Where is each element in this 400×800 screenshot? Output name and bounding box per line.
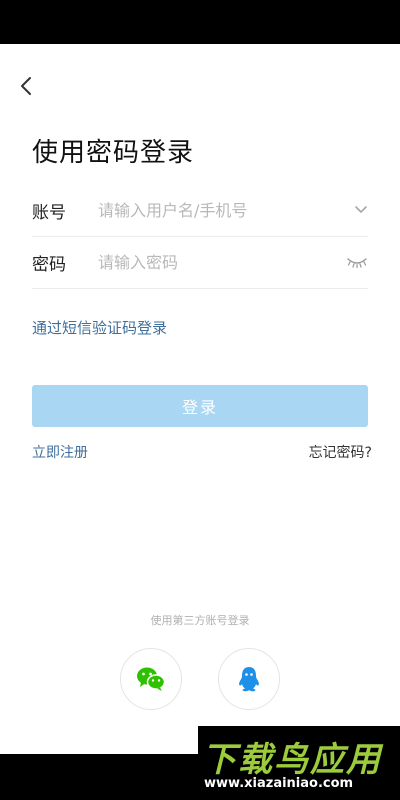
password-row: 密码 [32,236,368,289]
password-label: 密码 [32,254,66,275]
login-screen: 使用密码登录 账号 密码 通过短信验证码登录 登录 立即注册 忘记密码? 使用第… [0,44,400,754]
chevron-down-icon [355,206,367,213]
account-label: 账号 [32,202,66,223]
password-visibility-toggle[interactable] [342,249,368,275]
watermark-title: 下载鸟应用 [202,740,382,780]
eye-closed-icon [347,258,367,268]
password-input[interactable] [98,247,342,277]
account-row: 账号 [32,184,368,237]
qq-login-button[interactable] [218,648,280,710]
third-party-login-label: 使用第三方账号登录 [150,614,250,627]
wechat-login-button[interactable] [120,648,182,710]
forgot-password-link[interactable]: 忘记密码? [309,442,372,462]
login-button[interactable]: 登录 [32,385,368,427]
register-link[interactable]: 立即注册 [32,442,88,462]
account-input[interactable] [98,195,342,225]
account-dropdown-button[interactable] [342,197,368,223]
back-button[interactable] [14,74,38,98]
sms-login-link[interactable]: 通过短信验证码登录 [32,317,167,338]
watermark-logo: 下载鸟应用 www.xiazainiao.com [198,726,400,800]
wechat-icon [137,667,166,691]
page-title: 使用密码登录 [32,138,195,168]
chevron-left-icon [21,77,31,95]
qq-icon [239,667,259,692]
watermark-url: www.xiazainiao.com [204,776,354,791]
